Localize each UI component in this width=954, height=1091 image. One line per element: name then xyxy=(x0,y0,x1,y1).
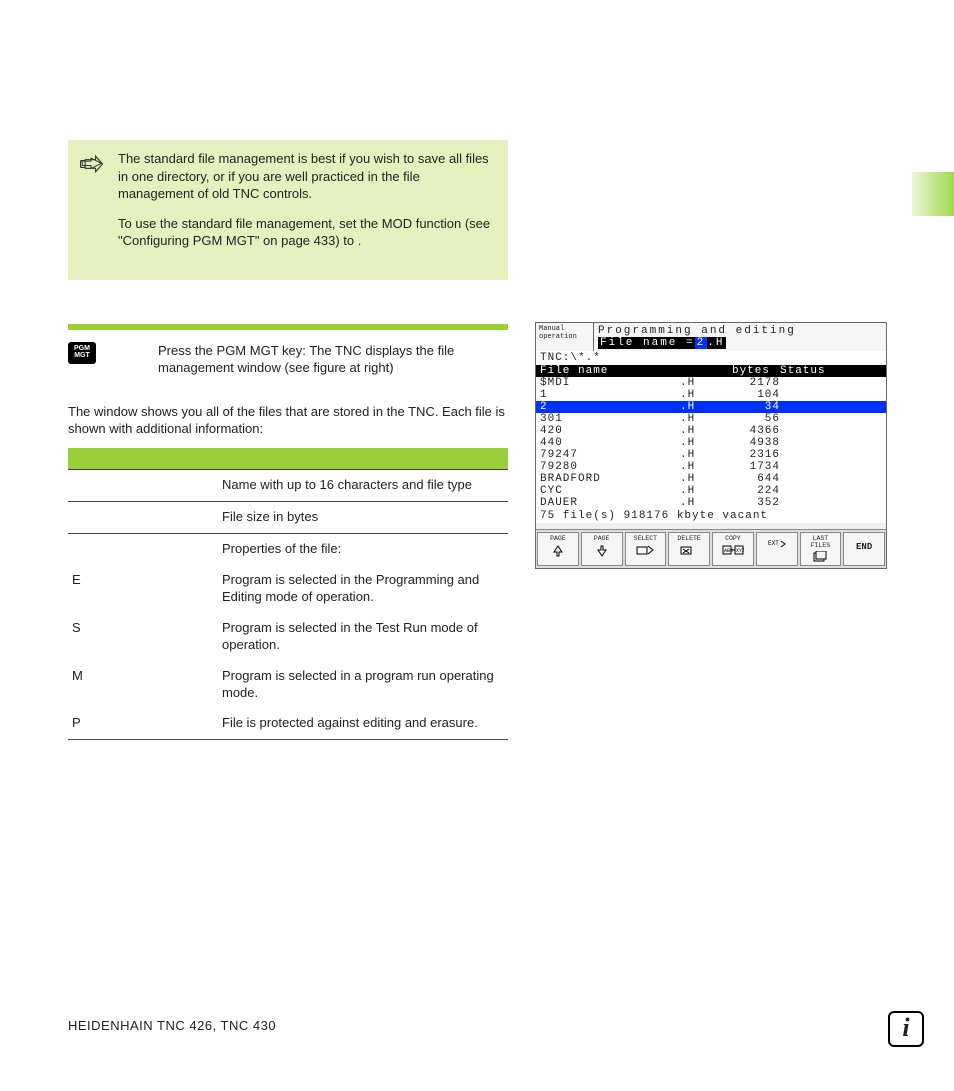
file-name: 2 xyxy=(540,401,680,413)
file-ext: .H xyxy=(680,461,720,473)
file-ext: .H xyxy=(680,425,720,437)
file-bytes: 34 xyxy=(720,401,780,413)
table-cell-key xyxy=(68,502,218,534)
status-line: 75 file(s) 918176 kbyte vacant xyxy=(536,509,886,523)
operating-mode-label: Manual operation xyxy=(536,323,594,351)
table-cell-key xyxy=(68,534,218,565)
file-ext: .H xyxy=(680,485,720,497)
file-name: DAUER xyxy=(540,497,680,509)
file-name: $MDI xyxy=(540,377,680,389)
table-cell-desc: Properties of the file: xyxy=(218,534,508,565)
file-name: 79280 xyxy=(540,461,680,473)
file-name: 79247 xyxy=(540,449,680,461)
file-row: $MDI.H2178 xyxy=(536,377,886,389)
file-bytes: 56 xyxy=(720,413,780,425)
filename-line: File name =2.H xyxy=(598,337,882,349)
tip-callout: The standard file management is best if … xyxy=(68,140,508,280)
softkey-row: PAGEPAGESELECTDELETECOPYABCXYZEXTLASTFIL… xyxy=(536,529,886,568)
filename-cursor: 2 xyxy=(695,337,708,349)
softkey[interactable]: LASTFILES xyxy=(800,532,842,566)
svg-text:EXT: EXT xyxy=(768,540,779,547)
table-cell-key: E xyxy=(68,565,218,613)
file-row: 440.H4938 xyxy=(536,437,886,449)
key-instruction-text: Press the PGM MGT key: The TNC displays … xyxy=(108,342,508,377)
key-label-line1: PGM xyxy=(68,345,96,353)
svg-text:XYZ: XYZ xyxy=(736,548,744,554)
file-row: DAUER.H352 xyxy=(536,497,886,509)
table-cell-desc: Name with up to 16 characters and file t… xyxy=(218,470,508,502)
file-row: CYC.H224 xyxy=(536,485,886,497)
file-bytes: 4366 xyxy=(720,425,780,437)
softkey[interactable]: PAGE xyxy=(581,532,623,566)
table-cell-desc: Program is selected in a program run ope… xyxy=(218,661,508,709)
page-footer: HEIDENHAIN TNC 426, TNC 430 xyxy=(68,1018,276,1033)
table-cell-desc: File size in bytes xyxy=(218,502,508,534)
pgm-mgt-key-icon: PGM MGT xyxy=(68,342,96,364)
file-row: 420.H4366 xyxy=(536,425,886,437)
file-name: 420 xyxy=(540,425,680,437)
table-header-bar xyxy=(68,448,508,470)
file-bytes: 1734 xyxy=(720,461,780,473)
file-row: BRADFORD.H644 xyxy=(536,473,886,485)
file-bytes: 104 xyxy=(720,389,780,401)
page-edge-tab xyxy=(912,172,954,216)
softkey[interactable]: PAGE xyxy=(537,532,579,566)
svg-text:ABC: ABC xyxy=(724,548,733,554)
softkey[interactable]: COPYABCXYZ xyxy=(712,532,754,566)
tip-paragraph-1: The standard file management is best if … xyxy=(118,150,496,203)
file-ext: .H xyxy=(680,437,720,449)
file-row: 301.H56 xyxy=(536,413,886,425)
key-label-line2: MGT xyxy=(68,352,96,360)
file-row: 79247.H2316 xyxy=(536,449,886,461)
main-content: The standard file management is best if … xyxy=(68,140,508,740)
key-instruction-row: PGM MGT Press the PGM MGT key: The TNC d… xyxy=(68,342,508,377)
file-row: 2.H34 xyxy=(536,401,886,413)
screenshot-header: Manual operation Programming and editing… xyxy=(536,323,886,351)
file-listing: TNC:\*.* File name bytes Status $MDI.H21… xyxy=(536,351,886,523)
file-ext: .H xyxy=(680,473,720,485)
screenshot-title-area: Programming and editing File name =2.H xyxy=(594,323,886,351)
file-bytes: 644 xyxy=(720,473,780,485)
softkey[interactable]: EXT xyxy=(756,532,798,566)
softkey[interactable]: SELECT xyxy=(625,532,667,566)
file-bytes: 2316 xyxy=(720,449,780,461)
table-cell-desc: Program is selected in the Programming a… xyxy=(218,565,508,613)
file-name: BRADFORD xyxy=(540,473,680,485)
section-divider xyxy=(68,324,508,330)
intro-paragraph: The window shows you all of the files th… xyxy=(68,403,508,438)
table-cell-key: S xyxy=(68,613,218,661)
screen-title: Programming and editing xyxy=(598,325,882,337)
file-name: 301 xyxy=(540,413,680,425)
file-name: CYC xyxy=(540,485,680,497)
file-list-header: File name bytes Status xyxy=(536,365,886,377)
softkey[interactable]: END xyxy=(843,532,885,566)
file-bytes: 4938 xyxy=(720,437,780,449)
file-ext: .H xyxy=(680,377,720,389)
file-row: 79280.H1734 xyxy=(536,461,886,473)
file-ext: .H xyxy=(680,413,720,425)
table-cell-desc: File is protected against editing and er… xyxy=(218,708,508,739)
file-bytes: 2178 xyxy=(720,377,780,389)
file-ext: .H xyxy=(680,401,720,413)
hand-pointing-icon xyxy=(80,154,106,174)
file-ext: .H xyxy=(680,449,720,461)
file-row: 1.H104 xyxy=(536,389,886,401)
directory-path: TNC:\*.* xyxy=(536,351,886,365)
info-icon: i xyxy=(888,1011,924,1047)
softkey[interactable]: DELETE xyxy=(668,532,710,566)
table-cell-key xyxy=(68,470,218,502)
tnc-screenshot: Manual operation Programming and editing… xyxy=(535,322,887,569)
tip-paragraph-2: To use the standard file management, set… xyxy=(118,215,496,250)
file-ext: .H xyxy=(680,497,720,509)
file-name: 440 xyxy=(540,437,680,449)
file-bytes: 352 xyxy=(720,497,780,509)
file-ext: .H xyxy=(680,389,720,401)
file-bytes: 224 xyxy=(720,485,780,497)
file-info-table: Name with up to 16 characters and file t… xyxy=(68,448,508,740)
table-cell-key: P xyxy=(68,708,218,739)
table-cell-desc: Program is selected in the Test Run mode… xyxy=(218,613,508,661)
table-cell-key: M xyxy=(68,661,218,709)
file-name: 1 xyxy=(540,389,680,401)
